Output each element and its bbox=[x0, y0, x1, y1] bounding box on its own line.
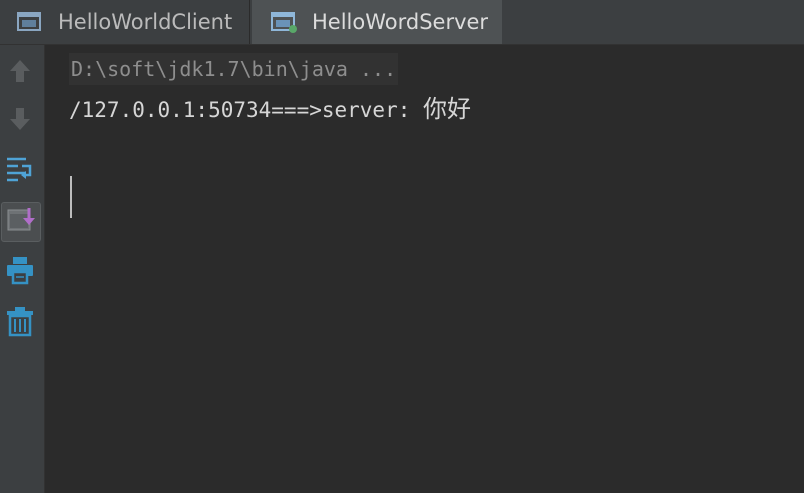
tab-label: HelloWordServer bbox=[312, 10, 489, 34]
tab-label: HelloWorldClient bbox=[58, 10, 233, 34]
run-tab-bar: HelloWorldClient HelloWordServer bbox=[0, 0, 804, 45]
console-toolbar bbox=[0, 45, 45, 493]
output-message: 你好 bbox=[423, 95, 472, 123]
scroll-to-end-button[interactable] bbox=[1, 202, 41, 242]
console-output-area[interactable]: D:\soft\jdk1.7\bin\java ... /127.0.0.1:5… bbox=[45, 45, 804, 493]
clear-all-button[interactable] bbox=[0, 303, 40, 343]
output-line: /127.0.0.1:50734===>server: 你好 bbox=[69, 93, 471, 126]
soft-wrap-button[interactable] bbox=[0, 152, 40, 192]
scroll-to-end-icon bbox=[6, 206, 36, 238]
print-icon bbox=[5, 255, 35, 289]
console-window-running-icon bbox=[270, 10, 298, 34]
output-prefix: /127.0.0.1:50734===>server: bbox=[69, 98, 424, 122]
tab-hello-word-server[interactable]: HelloWordServer bbox=[252, 0, 502, 44]
command-line[interactable]: D:\soft\jdk1.7\bin\java ... bbox=[69, 53, 399, 85]
up-button[interactable] bbox=[0, 53, 40, 93]
text-caret bbox=[70, 176, 72, 218]
trash-icon bbox=[5, 305, 35, 341]
arrow-down-icon bbox=[8, 106, 32, 136]
print-button[interactable] bbox=[0, 252, 40, 292]
console-window-icon bbox=[16, 10, 44, 34]
tab-hello-world-client[interactable]: HelloWorldClient bbox=[0, 0, 250, 44]
soft-wrap-icon bbox=[4, 155, 36, 189]
down-button[interactable] bbox=[0, 101, 40, 141]
arrow-up-icon bbox=[8, 58, 32, 88]
